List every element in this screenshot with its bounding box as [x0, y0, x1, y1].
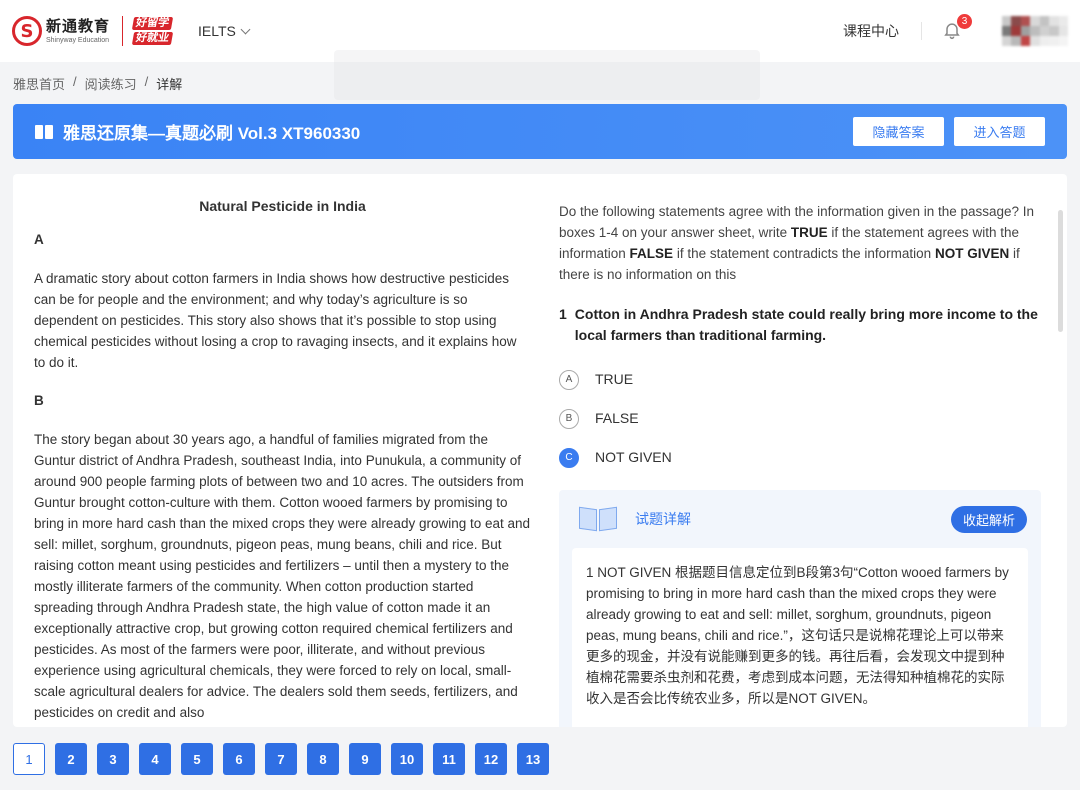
breadcrumb-separator: / [73, 74, 77, 89]
passage-title: Natural Pesticide in India [199, 198, 366, 214]
brand-logo[interactable]: S 新通教育 Shinyway Education [12, 16, 110, 46]
book-icon [35, 124, 53, 139]
header-divider [921, 22, 922, 40]
exam-title-bar: 雅思还原集—真题必刷 Vol.3 XT960330 隐藏答案 进入答题 [13, 104, 1067, 159]
title-actions: 隐藏答案 进入答题 [853, 117, 1045, 146]
logo-text: 新通教育 Shinyway Education [46, 19, 110, 44]
header-right: 课程中心 3 [843, 14, 1068, 46]
slogan-badge: 好留学 好就业 [131, 16, 174, 46]
page-button[interactable]: 6 [223, 743, 255, 775]
logo-en: Shinyway Education [46, 36, 110, 44]
question-text: Cotton in Andhra Pradesh state could rea… [574, 306, 1038, 343]
slogan-line-1: 好留学 [131, 17, 174, 30]
exam-type-label: IELTS [198, 23, 236, 39]
answer-options: A TRUE B FALSE C NOT GIVEN [559, 360, 1039, 477]
page-button[interactable]: 8 [307, 743, 339, 775]
breadcrumb: 雅思首页 / 阅读练习 / 详解 [13, 74, 182, 93]
option-label: NOT GIVEN [595, 449, 672, 465]
breadcrumb-home[interactable]: 雅思首页 [13, 74, 65, 93]
logo-cn: 新通教育 [46, 17, 111, 35]
page-button[interactable]: 10 [391, 743, 423, 775]
breadcrumb-reading[interactable]: 阅读练习 [85, 74, 137, 93]
logo-divider [122, 16, 124, 46]
page-button[interactable]: 11 [433, 743, 465, 775]
option-label: TRUE [595, 371, 634, 387]
page-button[interactable]: 3 [97, 743, 129, 775]
open-book-icon [577, 504, 619, 534]
enter-answer-button[interactable]: 进入答题 [954, 117, 1045, 146]
breadcrumb-separator: / [144, 74, 149, 89]
explanation-body: 1 NOT GIVEN 根据题目信息定位到B段第3句“Cotton wooed … [572, 548, 1028, 727]
page-title: 雅思还原集—真题必刷 Vol.3 XT960330 [63, 124, 361, 143]
option-label: FALSE [595, 410, 639, 426]
explanation-header: 试题详解 收起解析 [559, 490, 1041, 548]
option-radio-selected[interactable]: C [559, 447, 579, 468]
option-radio[interactable]: B [559, 408, 579, 429]
instruction-keyword: NOT GIVEN [934, 246, 1010, 261]
page-button[interactable]: 12 [475, 743, 507, 775]
question-panel: Do the following statements agree with t… [559, 201, 1039, 477]
instruction-text: if the statement contradicts the informa… [673, 246, 935, 261]
option-radio[interactable]: A [559, 369, 579, 390]
option-not-given[interactable]: C NOT GIVEN [559, 438, 1039, 477]
explanation-title: 试题详解 [635, 511, 691, 527]
exam-type-dropdown[interactable]: IELTS [198, 23, 251, 39]
breadcrumb-current: 详解 [156, 77, 183, 92]
instruction-keyword: FALSE [629, 246, 674, 261]
instruction-keyword: TRUE [790, 225, 828, 240]
question-scrollbar[interactable] [1058, 210, 1063, 332]
slogan-line-2: 好就业 [131, 32, 174, 45]
page-button[interactable]: 7 [265, 743, 297, 775]
toast-overlay [334, 50, 760, 100]
section-paragraph: A dramatic story about cotton farmers in… [34, 271, 517, 370]
section-label: B [34, 393, 44, 408]
reading-passage[interactable]: Natural Pesticide in India A A dramatic … [34, 196, 531, 727]
hide-answer-button[interactable]: 隐藏答案 [853, 117, 944, 146]
notification-button[interactable]: 3 [942, 14, 972, 42]
question-item: 1 Cotton in Andhra Pradesh state could r… [559, 304, 1039, 346]
question-number: 1 [559, 306, 567, 322]
chevron-down-icon [240, 24, 251, 34]
page-button[interactable]: 13 [517, 743, 549, 775]
notification-badge: 3 [957, 14, 972, 29]
avatar[interactable] [1002, 16, 1068, 46]
page-button[interactable]: 9 [349, 743, 381, 775]
page-button[interactable]: 2 [55, 743, 87, 775]
page-button[interactable]: 5 [181, 743, 213, 775]
logo-mark-icon: S [12, 16, 42, 46]
option-false[interactable]: B FALSE [559, 399, 1039, 438]
option-true[interactable]: A TRUE [559, 360, 1039, 399]
explanation-panel: 试题详解 收起解析 1 NOT GIVEN 根据题目信息定位到B段第3句“Cot… [559, 490, 1041, 727]
course-center-link[interactable]: 课程中心 [843, 21, 899, 41]
section-label: A [34, 232, 44, 247]
section-paragraph: The story began about 30 years ago, a ha… [34, 432, 531, 720]
question-pagination: 1 2 3 4 5 6 7 8 9 10 11 12 13 [13, 743, 549, 775]
collapse-explanation-button[interactable]: 收起解析 [951, 505, 1027, 533]
content-card: Natural Pesticide in India A A dramatic … [13, 174, 1067, 727]
page-button-current[interactable]: 1 [13, 743, 45, 775]
page-button[interactable]: 4 [139, 743, 171, 775]
question-instructions: Do the following statements agree with t… [559, 201, 1039, 285]
